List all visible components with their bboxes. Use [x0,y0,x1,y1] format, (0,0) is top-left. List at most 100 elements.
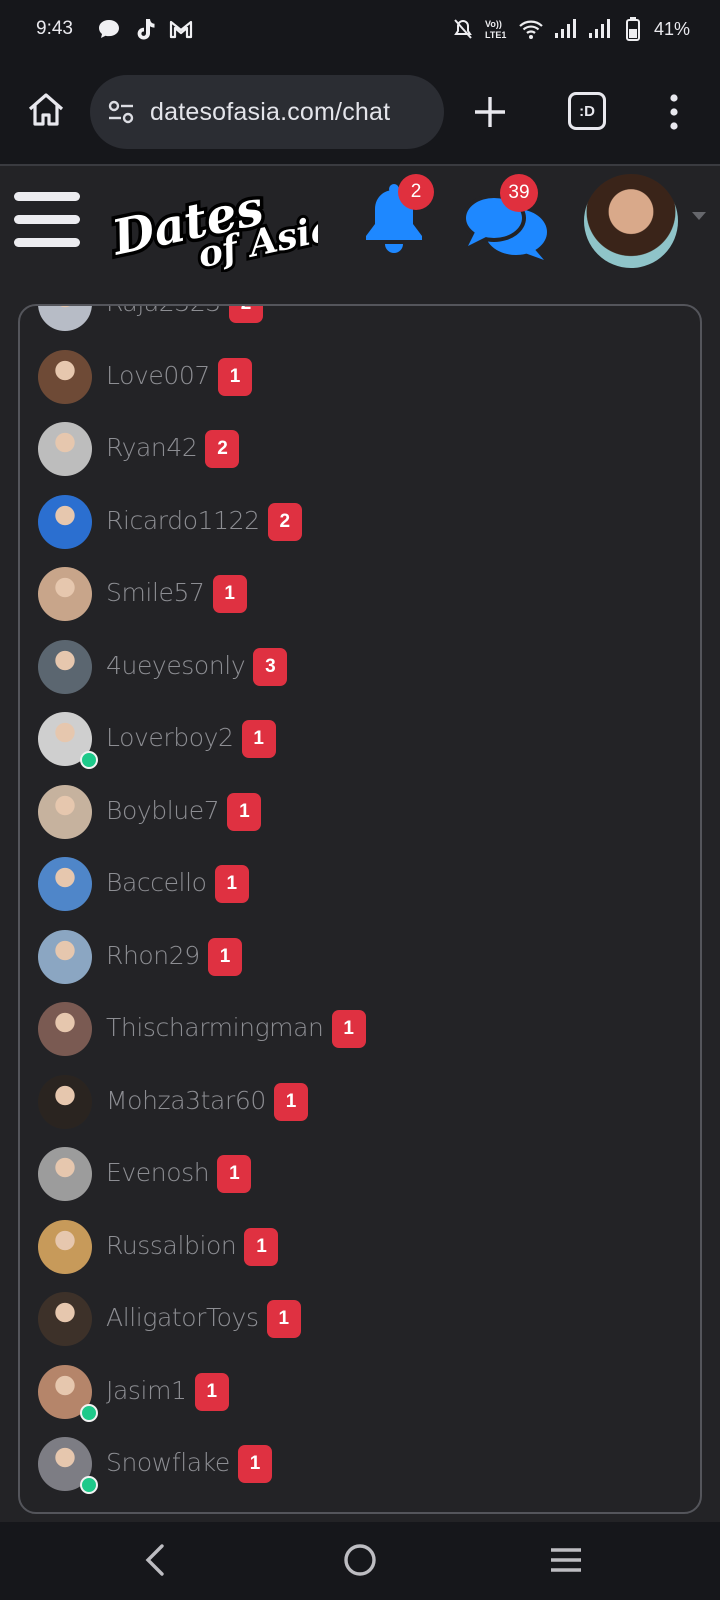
username-label[interactable]: Snowflake 1 [106,1445,272,1484]
home-icon[interactable] [24,88,68,132]
user-avatar[interactable] [38,349,92,404]
username-label[interactable]: Ryan42 2 [106,430,240,469]
notifications-count-badge: 2 [398,174,434,210]
back-icon[interactable] [140,1542,170,1578]
chat-row[interactable]: Snowflake 1 [20,1428,700,1501]
username-text: Jasim1 [106,1375,187,1405]
unread-count-badge: 1 [241,720,276,759]
svg-text:Vo)): Vo)) [485,19,502,29]
chat-row[interactable]: 4ueyesonly 3 [20,631,700,704]
username-label[interactable]: Thischarmingman 1 [106,1010,366,1049]
chat-row[interactable]: Mohza3tar60 1 [20,1066,700,1139]
hamburger-menu-icon[interactable] [14,192,80,252]
chat-list-panel: Raja23232Love0071Ryan422Ricardo11222Smil… [18,304,702,1514]
unread-count-badge: 2 [228,306,263,324]
chat-row[interactable]: Boyblue7 1 [20,776,700,849]
unread-count-badge: 1 [227,792,262,831]
user-avatar[interactable] [38,494,92,549]
user-avatar[interactable] [38,929,92,984]
unread-count-badge: 1 [214,865,249,904]
username-label[interactable]: Smile57 1 [106,575,247,614]
status-time: 9:43 [36,18,73,39]
chat-row[interactable]: Ryan42 2 [20,413,700,486]
chat-row[interactable]: Raja2323 2 [20,306,700,341]
unread-count-badge: 1 [217,357,252,396]
chat-row[interactable]: Jasim1 1 [20,1356,700,1429]
username-text: Ricardo1122 [106,505,260,535]
unread-count-badge: 1 [217,1155,252,1194]
signal-icon-2 [586,16,612,42]
username-text: Boyblue7 [106,795,220,825]
user-avatar[interactable] [38,857,92,912]
username-text: Snowflake [106,1448,230,1478]
username-label[interactable]: Boyblue7 1 [106,792,262,831]
unread-count-badge: 3 [253,647,288,686]
address-bar[interactable]: datesofasia.com/chat [90,75,444,149]
username-text: Baccello [106,868,207,898]
site-logo[interactable]: Dates of Asia [102,172,340,279]
chat-row[interactable]: Loverboy2 1 [20,703,700,776]
unread-count-badge: 1 [207,937,242,976]
chat-row[interactable]: Thischarmingman 1 [20,993,700,1066]
browser-menu-icon[interactable] [664,92,684,132]
username-label[interactable]: Rhon29 1 [106,937,242,976]
username-label[interactable]: Baccello 1 [106,865,249,904]
chat-row[interactable]: Baccello 1 [20,848,700,921]
username-text: AlligatorToys [106,1303,259,1333]
profile-avatar[interactable] [584,174,678,268]
username-label[interactable]: Raja2323 2 [106,306,263,324]
browser-toolbar: datesofasia.com/chat :D [0,62,720,166]
home-nav-icon[interactable] [342,1542,378,1578]
wifi-icon [518,16,544,42]
username-text: Thischarmingman [106,1013,324,1043]
user-avatar[interactable] [38,784,92,839]
chat-row[interactable]: AlligatorToys 1 [20,1283,700,1356]
username-text: Ryan42 [106,433,198,463]
gmail-icon [168,16,194,42]
username-label[interactable]: Russalbion 1 [106,1227,279,1266]
user-avatar[interactable] [38,1219,92,1274]
chat-row[interactable]: Russalbion 1 [20,1211,700,1284]
online-status-dot [80,1403,98,1422]
online-status-dot [80,1476,98,1494]
system-navigation-bar [0,1522,720,1600]
user-avatar[interactable] [38,1074,92,1129]
username-label[interactable]: Evenosh 1 [106,1155,252,1194]
new-tab-icon[interactable] [468,90,512,134]
unread-count-badge: 1 [266,1300,301,1339]
username-text: Love007 [106,360,210,390]
profile-dropdown-caret-icon[interactable] [692,212,706,220]
user-avatar[interactable] [38,1292,92,1347]
chat-row[interactable]: Evenosh 1 [20,1138,700,1211]
volte-icon: Vo)) LTE1 [484,16,510,42]
chat-row[interactable]: Smile57 1 [20,558,700,631]
username-text: Rhon29 [106,940,200,970]
user-avatar[interactable] [38,1002,92,1057]
user-avatar[interactable] [38,306,92,332]
chat-row[interactable]: Ricardo1122 2 [20,486,700,559]
username-label[interactable]: Ricardo1122 2 [106,502,302,541]
unread-count-badge: 1 [273,1082,308,1121]
username-label[interactable]: Loverboy2 1 [106,720,276,759]
recents-icon[interactable] [548,1546,584,1574]
username-label[interactable]: Jasim1 1 [106,1372,229,1411]
chat-row[interactable]: Rhon29 1 [20,921,700,994]
messages-count-badge: 39 [500,174,538,212]
tab-switcher-button[interactable]: :D [568,92,606,130]
site-settings-icon[interactable] [106,97,136,127]
username-label[interactable]: Mohza3tar60 1 [106,1082,308,1121]
online-status-dot [80,751,98,769]
user-avatar[interactable] [38,567,92,622]
username-label[interactable]: AlligatorToys 1 [106,1300,301,1339]
user-avatar[interactable] [38,422,92,477]
unread-count-badge: 2 [205,430,240,469]
user-avatar[interactable] [38,639,92,694]
user-avatar[interactable] [38,1147,92,1202]
username-text: Raja2323 [106,306,221,317]
chat-row[interactable]: Love007 1 [20,341,700,414]
username-label[interactable]: Love007 1 [106,357,252,396]
username-text: Mohza3tar60 [106,1085,266,1115]
mute-icon [450,16,476,42]
username-label[interactable]: 4ueyesonly 3 [106,647,288,686]
status-bar: 9:43 Vo)) LTE1 41% [0,0,720,62]
